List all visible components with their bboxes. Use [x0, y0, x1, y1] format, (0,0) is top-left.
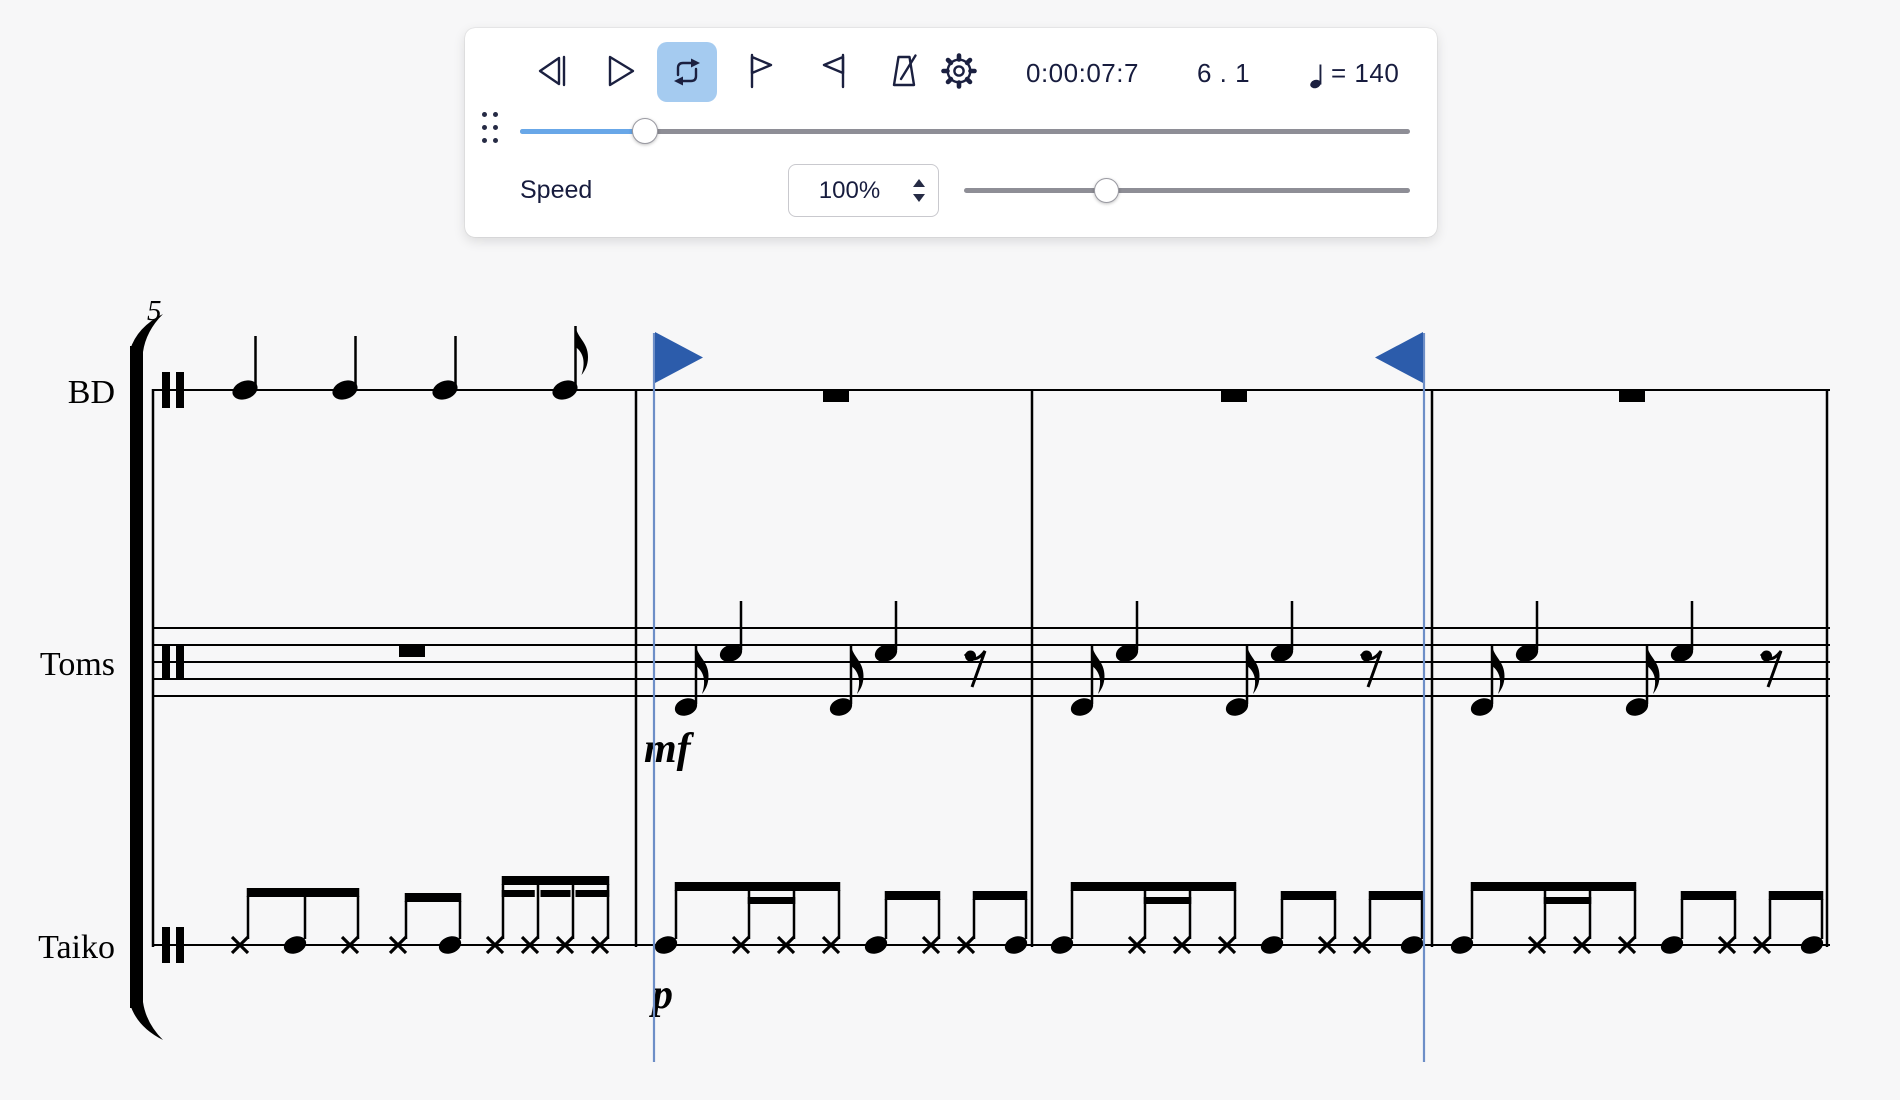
settings-gear-icon — [939, 51, 979, 91]
score-text: Toms — [40, 646, 115, 683]
loop-button[interactable] — [657, 42, 717, 102]
loop-end-marker[interactable] — [1375, 332, 1423, 383]
play-button[interactable] — [598, 49, 642, 93]
speed-label: Speed — [520, 176, 592, 205]
loop-start-flag-button[interactable] — [741, 49, 785, 93]
tempo-display: = 140 — [1310, 58, 1399, 89]
progress-thumb[interactable] — [632, 118, 658, 144]
settings-button[interactable] — [937, 49, 981, 93]
progress-fill — [520, 129, 645, 134]
skip-to-start-button[interactable] — [530, 49, 574, 93]
loop-start-marker[interactable] — [655, 332, 703, 383]
speed-slider[interactable] — [964, 177, 1410, 203]
measure-beat-display: 6 . 1 — [1197, 58, 1250, 89]
score-text: mf — [644, 726, 695, 772]
speed-track[interactable] — [964, 188, 1410, 193]
quarter-note-icon — [1310, 59, 1324, 89]
speed-thumb[interactable] — [1094, 178, 1119, 203]
time-display: 0:00:07:7 — [1026, 58, 1139, 89]
metronome-icon — [884, 51, 924, 91]
loop-end-flag-button[interactable] — [810, 49, 854, 93]
loop-start-flag-icon — [743, 51, 783, 91]
speed-increment-arrow[interactable] — [913, 179, 925, 187]
loop-end-flag-icon — [812, 51, 852, 91]
speed-decrement-arrow[interactable] — [913, 194, 925, 202]
score-text: BD — [68, 374, 115, 411]
score-text: 5 — [147, 295, 162, 327]
speed-input[interactable]: 100% — [788, 164, 939, 217]
loop-icon — [667, 52, 707, 92]
score-text: p — [649, 972, 673, 1018]
metronome-button[interactable] — [882, 49, 926, 93]
playback-toolbar: 0:00:07:7 6 . 1 = 140 Speed 100% — [465, 28, 1437, 237]
skip-to-start-icon — [532, 51, 572, 91]
score-text: Taiko — [38, 929, 115, 966]
speed-value: 100% — [789, 177, 904, 205]
drag-handle-icon[interactable] — [482, 112, 498, 148]
tempo-value: = 140 — [1331, 58, 1399, 89]
progress-slider[interactable] — [520, 118, 1410, 144]
play-icon — [600, 51, 640, 91]
